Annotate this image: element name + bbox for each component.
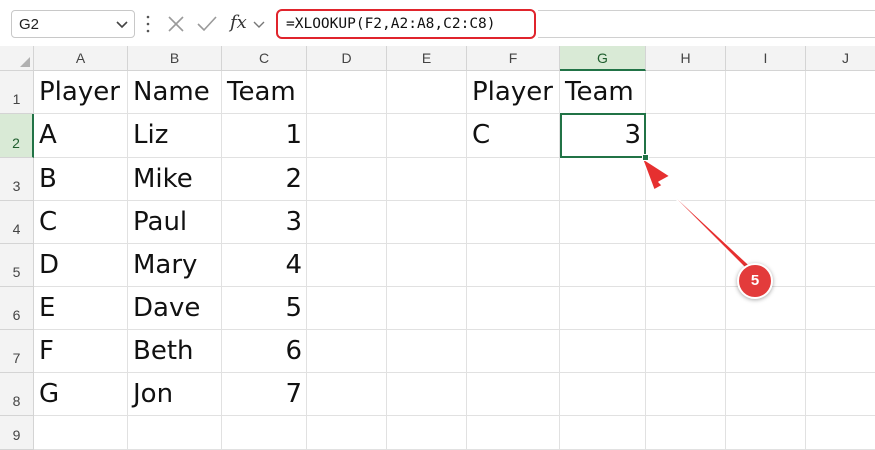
cell-f1[interactable]: Player [467, 71, 560, 114]
cell-a3[interactable]: B [34, 158, 128, 201]
column-header-g[interactable]: G [560, 46, 646, 71]
cell-b4[interactable]: Paul [128, 201, 222, 244]
row-number: 4 [12, 221, 21, 237]
formula-bar-area: G2 fx =XLOOKUP(F2,A2:A8,C2:C8) [0, 0, 875, 46]
row-number: 8 [12, 393, 21, 409]
cell-a2[interactable]: A [34, 114, 128, 157]
cell-c3[interactable]: 2 [222, 158, 307, 201]
cell-b7[interactable]: Beth [128, 330, 222, 373]
annotation-badge: 5 [737, 263, 773, 299]
chevron-down-icon[interactable] [115, 17, 129, 31]
row-number: 5 [12, 264, 21, 280]
column-header-e[interactable]: E [387, 46, 467, 71]
column-header-a[interactable]: A [34, 46, 128, 71]
formula-text: =XLOOKUP(F2,A2:A8,C2:C8) [286, 16, 496, 32]
formula-controls: fx [160, 10, 268, 38]
row-number: 3 [12, 178, 21, 194]
cell-c7[interactable]: 6 [222, 330, 307, 373]
row-number: 9 [12, 427, 21, 443]
column-header-d[interactable]: D [307, 46, 387, 71]
row-header-6[interactable]: 6 [0, 287, 34, 330]
row-number: 6 [12, 307, 21, 323]
row-header-2[interactable]: 2 [0, 114, 34, 158]
cell-a6[interactable]: E [34, 287, 128, 330]
select-all-icon [20, 57, 30, 67]
row-header-3[interactable]: 3 [0, 158, 34, 201]
cell-b2[interactable]: Liz [128, 114, 222, 157]
cell-a4[interactable]: C [34, 201, 128, 244]
cancel-icon[interactable] [166, 14, 186, 34]
fx-icon[interactable]: fx [230, 12, 247, 33]
column-header-j[interactable]: J [806, 46, 875, 71]
column-header-h[interactable]: H [646, 46, 726, 71]
formula-input-extension[interactable] [538, 10, 875, 38]
row-header-1[interactable]: 1 [0, 71, 34, 114]
formula-input-highlight[interactable]: =XLOOKUP(F2,A2:A8,C2:C8) [276, 9, 536, 39]
spreadsheet-grid: A B C D E F G H I J 1 2 3 4 5 6 7 8 9 Player Name Team A Liz 1 B M… [0, 46, 875, 450]
cell-c5[interactable]: 4 [222, 244, 307, 287]
grid-line-vertical [386, 71, 387, 450]
cell-c8[interactable]: 7 [222, 373, 307, 416]
cell-b1[interactable]: Name [128, 71, 222, 114]
row-header-4[interactable]: 4 [0, 201, 34, 244]
formula-bar-divider-icon[interactable] [146, 12, 150, 36]
cell-a8[interactable]: G [34, 373, 128, 416]
name-box-value: G2 [19, 16, 40, 33]
row-number: 2 [12, 135, 20, 151]
cell-c6[interactable]: 5 [222, 287, 307, 330]
cell-a5[interactable]: D [34, 244, 128, 287]
column-header-c[interactable]: C [222, 46, 307, 71]
name-box[interactable]: G2 [11, 10, 135, 38]
cell-f2[interactable]: C [467, 114, 560, 157]
cell-c1[interactable]: Team [222, 71, 307, 114]
row-header-9[interactable]: 9 [0, 416, 34, 450]
grid-line-vertical [725, 71, 726, 450]
row-header-7[interactable]: 7 [0, 330, 34, 373]
cell-c4[interactable]: 3 [222, 201, 307, 244]
enter-icon[interactable] [196, 14, 218, 34]
cell-b5[interactable]: Mary [128, 244, 222, 287]
column-header-f[interactable]: F [467, 46, 560, 71]
cell-g1[interactable]: Team [560, 71, 646, 114]
cell-b6[interactable]: Dave [128, 287, 222, 330]
cell-c2[interactable]: 1 [222, 114, 307, 157]
row-header-8[interactable]: 8 [0, 373, 34, 416]
cell-b8[interactable]: Jon [128, 373, 222, 416]
cell-a1[interactable]: Player [34, 71, 128, 114]
row-number: 7 [12, 350, 21, 366]
cell-a7[interactable]: F [34, 330, 128, 373]
cell-g2[interactable]: 3 [560, 114, 646, 157]
column-header-b[interactable]: B [128, 46, 222, 71]
column-header-i[interactable]: I [726, 46, 806, 71]
row-header-5[interactable]: 5 [0, 244, 34, 287]
cell-b3[interactable]: Mike [128, 158, 222, 201]
grid-line-vertical [805, 71, 806, 450]
fill-handle[interactable] [642, 154, 649, 161]
row-number: 1 [12, 91, 21, 107]
chevron-down-icon[interactable] [252, 18, 266, 32]
select-all-button[interactable] [0, 46, 34, 71]
